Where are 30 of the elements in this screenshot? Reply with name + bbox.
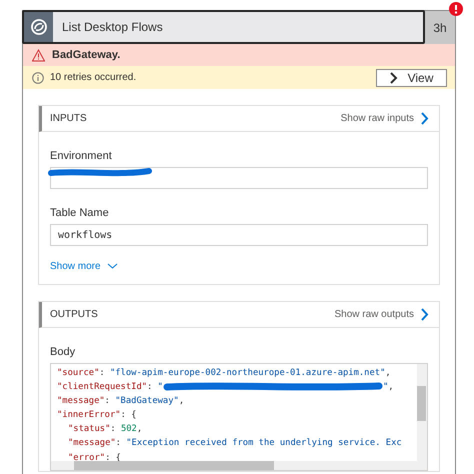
- input-field[interactable]: workflows: [50, 224, 428, 246]
- view-button[interactable]: View: [376, 68, 447, 86]
- action-title: List Desktop Flows: [61, 19, 163, 36]
- connector-icon: [30, 18, 48, 36]
- field-label: Table Name: [50, 207, 110, 219]
- chevron-right-icon: [420, 112, 429, 125]
- error-message: BadGateway.: [52, 49, 120, 61]
- scrollbar[interactable]: [51, 461, 417, 470]
- code-line: "innerError": {: [56, 409, 138, 422]
- code-line: "message": "BadGateway",: [56, 395, 186, 408]
- scrollbar[interactable]: [417, 364, 427, 470]
- info-icon: [32, 72, 44, 84]
- code-line: "message": "Exception received from the underlying service. Exc: [67, 437, 403, 450]
- show-raw-link[interactable]: Show raw outputs: [334, 308, 429, 321]
- show-raw-link[interactable]: Show raw inputs: [340, 112, 429, 125]
- section-title: OUTPUTS: [50, 309, 98, 320]
- chevron-right-icon: [390, 72, 398, 84]
- warning-icon: [32, 48, 45, 62]
- retries-message: 10 retries occurred.: [50, 72, 138, 83]
- chevron-right-icon: [420, 308, 429, 321]
- code-line: "source": "flow-apim-europe-002-northeurope-01.azure-apim.net",: [56, 367, 392, 380]
- chevron-down-icon: [106, 263, 118, 270]
- code-line: "status": 502,: [67, 423, 144, 436]
- input-field[interactable]: [50, 167, 428, 189]
- duration: 3h: [432, 20, 448, 36]
- section-title: INPUTS: [50, 113, 87, 124]
- field-label: Body: [50, 346, 76, 358]
- action-header[interactable]: List Desktop Flows 3h: [23, 11, 455, 44]
- field-label: Environment: [50, 150, 113, 162]
- show-more-link[interactable]: Show more: [50, 261, 428, 272]
